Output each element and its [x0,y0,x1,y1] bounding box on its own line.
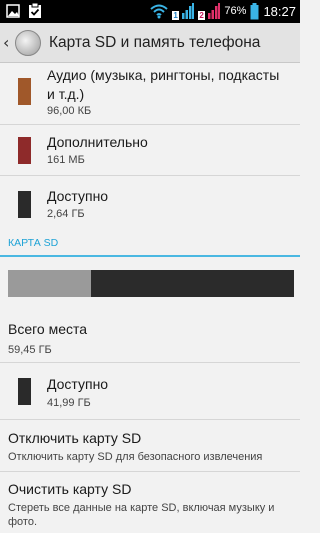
storage-row-available: Доступно 2,64 ГБ [0,176,300,232]
row-value: 161 МБ [47,154,85,166]
wifi-icon [150,4,169,19]
battery-percent: 76% [224,5,247,17]
available-color-swatch [18,191,31,218]
sd-total-row: Всего места 59,45 ГБ [0,305,300,363]
row-value: 96,00 КБ [47,105,92,117]
section-header-sd: КАРТА SD [8,237,59,249]
unmount-sd-item[interactable]: Отключить карту SD Отключить карту SD дл… [0,420,300,472]
signal-sim2-icon: 2 [198,2,221,20]
back-arrow-icon[interactable]: ‹ [3,33,13,52]
action-bar[interactable]: ‹ Карта SD и память телефона [0,23,300,63]
clock: 18:27 [263,3,296,19]
sd-available-label: Доступно [47,376,109,392]
page-title: Карта SD и память телефона [49,33,261,51]
row-title: Доступно [47,188,109,204]
erase-sd-item[interactable]: Очистить карту SD Стереть все данные на … [0,472,300,533]
sd-total-value: 59,45 ГБ [8,344,52,356]
notification-icons [6,3,42,19]
storage-row-audio[interactable]: Аудио (музыка, рингтоны, подкасты и т.д.… [0,63,300,125]
sd-total-label: Всего места [8,321,88,337]
sd-usage-bar [8,270,294,297]
row-title: Аудио (музыка, рингтоны, подкасты и т.д.… [47,67,280,102]
section-divider [0,255,300,257]
unmount-sd-desc: Отключить карту SD для безопасного извле… [8,451,263,463]
row-title: Дополнительно [47,134,148,150]
storage-row-misc[interactable]: Дополнительно 161 МБ [0,125,300,176]
status-bar: 1 2 76% 18:27 [0,0,300,23]
sd-available-swatch [18,378,31,405]
sim1-label: 1 [172,11,179,20]
battery-icon [250,2,259,19]
audio-color-swatch [18,78,31,105]
sd-available-row: Доступно 41,99 ГБ [0,363,300,420]
erase-sd-desc: Стереть все данные на карте SD, включая … [8,502,275,528]
gallery-icon [6,4,20,18]
settings-app-icon[interactable] [15,29,41,56]
clipboard-check-icon [29,3,41,18]
erase-sd-title: Очистить карту SD [8,481,132,497]
sd-available-value: 41,99 ГБ [47,397,91,409]
signal-sim1-icon: 1 [172,2,195,20]
sd-usage-used [8,270,91,297]
row-value: 2,64 ГБ [47,208,85,220]
unmount-sd-title: Отключить карту SD [8,430,142,446]
misc-color-swatch [18,137,31,164]
sim2-label: 2 [198,11,205,20]
